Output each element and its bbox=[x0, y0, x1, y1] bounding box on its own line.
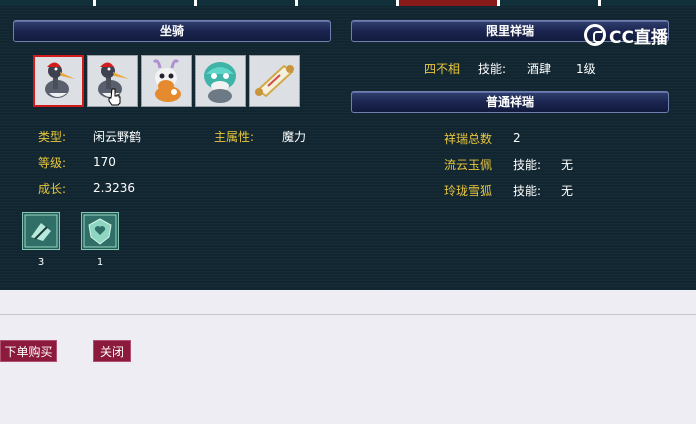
item-1-skill-value: 无 bbox=[561, 158, 574, 172]
type-value: 闲云野鹤 bbox=[93, 130, 142, 144]
item-1-skill-label: 技能: bbox=[513, 158, 542, 172]
tab-1[interactable] bbox=[0, 0, 93, 6]
skill-count-1: 3 bbox=[37, 257, 45, 268]
deer-mount-icon[interactable] bbox=[141, 55, 192, 107]
logo-text: CC直播 bbox=[609, 27, 668, 48]
total-label: 祥瑞总数 bbox=[444, 132, 493, 146]
tab-5-active[interactable] bbox=[399, 0, 497, 6]
cc-live-logo: CC直播 bbox=[584, 22, 668, 48]
order-button[interactable]: 下单购买 bbox=[0, 340, 57, 362]
mount-list bbox=[33, 54, 310, 110]
close-button[interactable]: 关闭 bbox=[93, 340, 131, 362]
item-2-skill-value: 无 bbox=[561, 184, 574, 198]
item-2-skill-label: 技能: bbox=[513, 184, 542, 198]
level-label: 等级: bbox=[38, 156, 67, 170]
growth-value: 2.3236 bbox=[93, 181, 135, 195]
main-attribute-value: 魔力 bbox=[282, 130, 307, 144]
growth-label: 成长: bbox=[38, 182, 67, 196]
crane-mount-icon[interactable] bbox=[33, 55, 84, 107]
tab-3[interactable] bbox=[197, 0, 295, 6]
total-value: 2 bbox=[513, 131, 521, 145]
tab-7[interactable] bbox=[601, 0, 696, 6]
tab-6[interactable] bbox=[500, 0, 598, 6]
hand-cursor-icon bbox=[108, 88, 121, 106]
mount-section-header: 坐骑 bbox=[13, 20, 331, 42]
limited-skill-level: 1级 bbox=[576, 62, 596, 76]
normal-section-header: 普通祥瑞 bbox=[351, 91, 669, 113]
normal-section-title: 普通祥瑞 bbox=[485, 95, 534, 109]
type-label: 类型: bbox=[38, 130, 67, 144]
game-panel: 坐骑 限里祥瑞 普通祥瑞 CC直播 类型: 闲云野鹤 主属性: 魔力 等级: 1… bbox=[0, 0, 696, 290]
teal-creature-mount-icon[interactable] bbox=[195, 55, 246, 107]
limited-item-name: 四不相 bbox=[424, 62, 461, 76]
tab-4[interactable] bbox=[298, 0, 396, 6]
divider bbox=[0, 314, 696, 315]
tab-strip bbox=[0, 0, 696, 6]
level-value: 170 bbox=[93, 155, 116, 169]
limited-skill-value: 酒肆 bbox=[527, 62, 552, 76]
item-2-name: 玲珑雪狐 bbox=[444, 184, 493, 198]
main-attribute-label: 主属性: bbox=[214, 130, 255, 144]
mount-section-title: 坐骑 bbox=[159, 24, 184, 38]
scroll-mount-icon[interactable] bbox=[249, 55, 300, 107]
item-1-name: 流云玉佩 bbox=[444, 158, 493, 172]
shield-heart-skill-icon[interactable] bbox=[81, 212, 119, 250]
limited-skill-label: 技能: bbox=[478, 62, 507, 76]
skill-count-2: 1 bbox=[96, 257, 104, 268]
tab-2[interactable] bbox=[96, 0, 194, 6]
mount-skill-icon[interactable] bbox=[22, 212, 60, 250]
cc-logo-icon bbox=[584, 24, 606, 46]
